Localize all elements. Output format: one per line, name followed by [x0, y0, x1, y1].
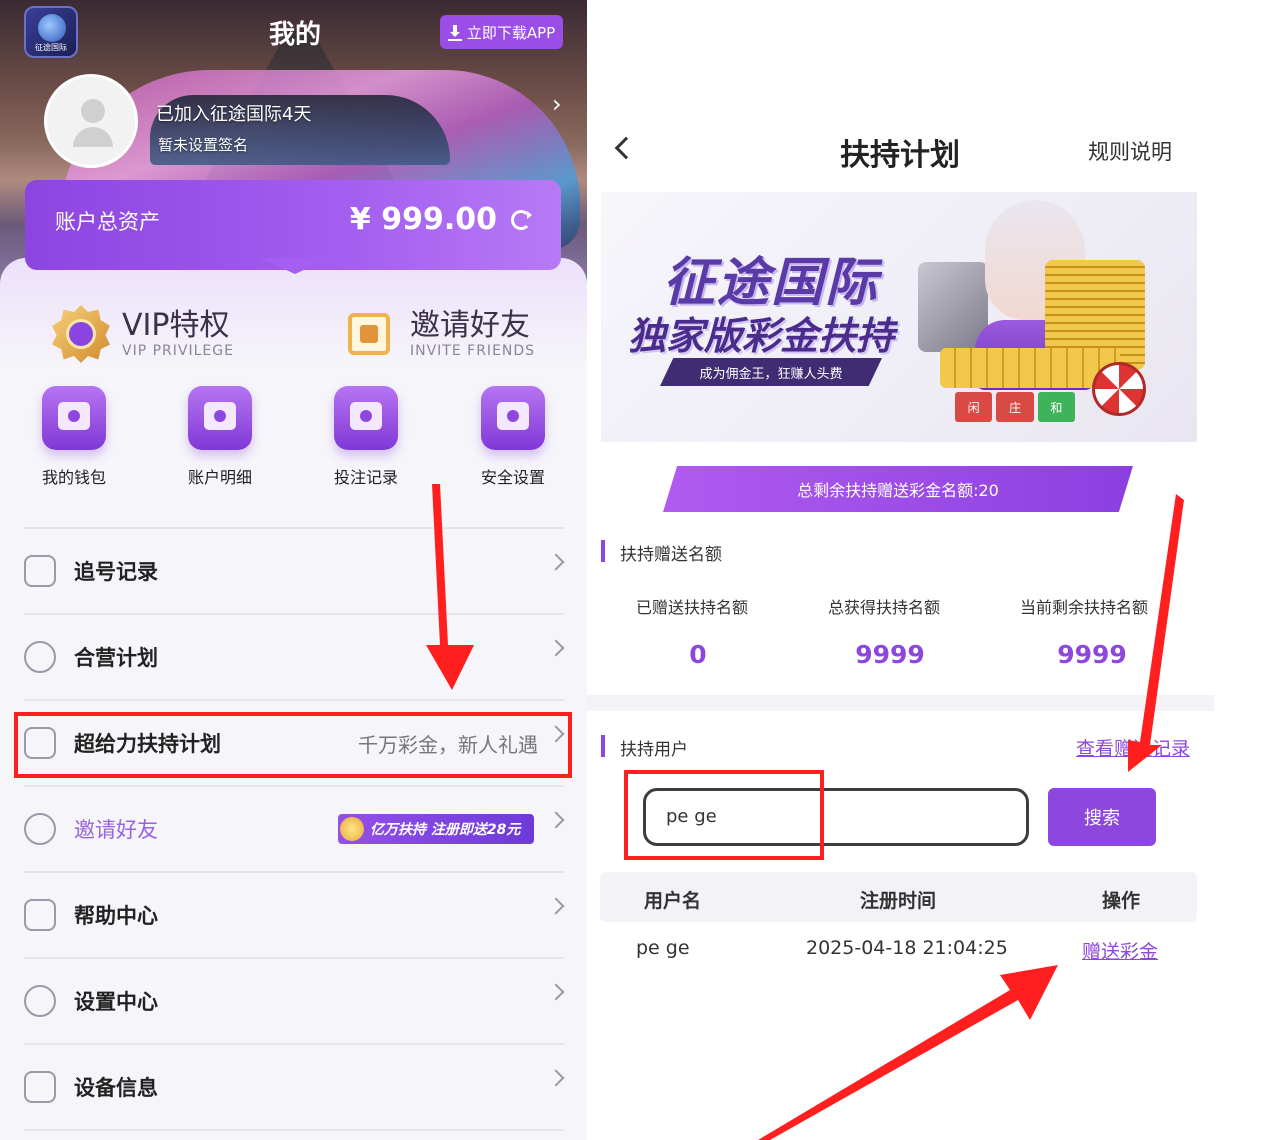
- avatar[interactable]: [44, 74, 138, 168]
- quick-action-security[interactable]: 安全设置: [463, 386, 563, 488]
- refresh-icon[interactable]: [511, 210, 532, 230]
- device-icon: [24, 1071, 56, 1103]
- quick-action-bet-records[interactable]: 投注记录: [316, 386, 416, 488]
- download-app-label: 立即下载APP: [466, 23, 556, 42]
- banner-chips: 闲 庄 和: [955, 392, 1075, 422]
- receipt-icon: [188, 386, 252, 450]
- logo-text: 征途国际: [35, 43, 67, 52]
- quick-action-label: 账户明细: [187, 468, 252, 487]
- invite-subtitle: INVITE FRIENDS: [410, 343, 536, 359]
- menu-item-label: 追号记录: [74, 560, 158, 584]
- search-button[interactable]: 搜索: [1048, 788, 1156, 846]
- users-icon: [24, 813, 56, 845]
- menu-item-chase-records[interactable]: 追号记录: [24, 528, 565, 614]
- banner-subtitle: 独家版彩金扶持: [628, 314, 895, 358]
- invite-friends-entry[interactable]: 邀请好友 INVITE FRIENDS: [340, 298, 535, 370]
- gift-bonus-link[interactable]: 赠送彩金: [1082, 937, 1158, 964]
- stat-label: 当前剩余扶持名额: [1020, 598, 1149, 617]
- invite-card-icon: [340, 305, 398, 363]
- vip-subtitle: VIP PRIVILEGE: [122, 343, 234, 359]
- chevron-right-icon: [547, 983, 565, 1001]
- signature-text: 暂未设置签名: [158, 136, 249, 154]
- vip-title: VIP特权: [122, 308, 230, 343]
- quick-action-label: 安全设置: [480, 468, 545, 487]
- coin-icon: [340, 817, 364, 841]
- chevron-right-icon: [547, 811, 565, 829]
- chevron-right-icon: [547, 1069, 565, 1087]
- rules-link[interactable]: 规则说明: [1088, 136, 1172, 166]
- section-accent-bar: [601, 735, 605, 757]
- menu-item-device-info[interactable]: 设备信息: [24, 1044, 565, 1130]
- roulette-icon: [1092, 362, 1146, 416]
- promo-badge-text: 亿万扶持 注册即送28元: [370, 822, 521, 838]
- download-app-button[interactable]: 立即下载APP: [440, 15, 563, 49]
- menu-divider: [24, 1129, 564, 1131]
- chevron-right-icon: [547, 897, 565, 915]
- column-header-registered: 注册时间: [860, 890, 937, 912]
- username-cell: pe ge: [636, 937, 690, 959]
- total-assets-label: 账户总资产: [55, 210, 160, 234]
- bet-record-icon: [334, 386, 398, 450]
- promo-badge: 亿万扶持 注册即送28元: [338, 814, 534, 844]
- quick-action-label: 我的钱包: [41, 468, 106, 487]
- menu-item-invite-friends[interactable]: 邀请好友 亿万扶持 注册即送28元: [24, 786, 565, 872]
- banner-title: 征途国际: [663, 253, 880, 313]
- view-gift-records-link[interactable]: 查看赠送记录: [1076, 734, 1190, 761]
- banner-ribbon: 成为佣金王，狂赚人头费: [660, 358, 882, 386]
- stat-value: 9999: [855, 640, 925, 669]
- registered-time-cell: 2025-04-18 21:04:25: [806, 937, 1008, 959]
- page-title: 我的: [268, 20, 321, 50]
- stat-value: 0: [689, 640, 707, 669]
- menu-item-help-center[interactable]: 帮助中心: [24, 872, 565, 958]
- menu-item-partnership[interactable]: 合营计划: [24, 614, 565, 700]
- column-header-username: 用户名: [644, 890, 702, 912]
- menu-item-label: 设备信息: [74, 1076, 158, 1100]
- help-icon: [24, 899, 56, 931]
- shield-icon: [481, 386, 545, 450]
- gear-icon: [24, 985, 56, 1017]
- quick-action-wallet[interactable]: 我的钱包: [24, 386, 124, 488]
- remaining-quota-bar: 总剩余扶持赠送彩金名额:20: [663, 466, 1133, 512]
- download-icon: [447, 25, 462, 41]
- annotation-highlight-box: [14, 712, 572, 778]
- stats-section-title: 扶持赠送名额: [620, 545, 722, 565]
- joined-days-text: 已加入征途国际4天: [156, 104, 312, 125]
- column-header-action: 操作: [1102, 890, 1141, 912]
- section-divider: [586, 695, 1214, 711]
- section-accent-bar: [601, 540, 605, 562]
- wallet-icon: [42, 386, 106, 450]
- chip: 庄: [996, 392, 1034, 422]
- page-title: 扶持计划: [840, 138, 960, 173]
- total-assets-value: ¥ 999.00: [349, 202, 497, 237]
- stat-value: 9999: [1057, 640, 1127, 669]
- chevron-right-icon: [547, 553, 565, 571]
- vip-privilege-entry[interactable]: VIP特权 VIP PRIVILEGE: [52, 298, 234, 370]
- stat-label: 总获得扶持名额: [828, 598, 941, 617]
- profile-screen: 征途国际 我的 立即下载APP 已加入征途国际4天 暂未设置签名 › 账户总资产…: [0, 0, 587, 1140]
- invite-title: 邀请好友: [410, 308, 530, 343]
- menu-item-label: 合营计划: [74, 646, 158, 670]
- menu-item-label: 帮助中心: [74, 904, 158, 928]
- search-record-icon: [24, 555, 56, 587]
- chip: 闲: [955, 392, 993, 422]
- profile-chevron-icon[interactable]: ›: [552, 90, 562, 118]
- stat-label: 已赠送扶持名额: [636, 598, 749, 617]
- quick-action-label: 投注记录: [333, 468, 398, 487]
- handshake-icon: [24, 641, 56, 673]
- quick-action-account-details[interactable]: 账户明细: [170, 386, 270, 488]
- users-section-title: 扶持用户: [620, 740, 688, 760]
- annotation-highlight-box: [624, 770, 824, 860]
- chevron-right-icon: [547, 639, 565, 657]
- menu-item-settings[interactable]: 设置中心: [24, 958, 565, 1044]
- app-logo: 征途国际: [24, 6, 78, 58]
- menu-item-label: 邀请好友: [74, 818, 158, 842]
- vip-medal-icon: [52, 305, 110, 363]
- globe-icon: [38, 14, 66, 42]
- chip: 和: [1037, 392, 1075, 422]
- menu-item-label: 设置中心: [74, 990, 158, 1014]
- total-assets-card: 账户总资产 ¥ 999.00: [25, 180, 561, 270]
